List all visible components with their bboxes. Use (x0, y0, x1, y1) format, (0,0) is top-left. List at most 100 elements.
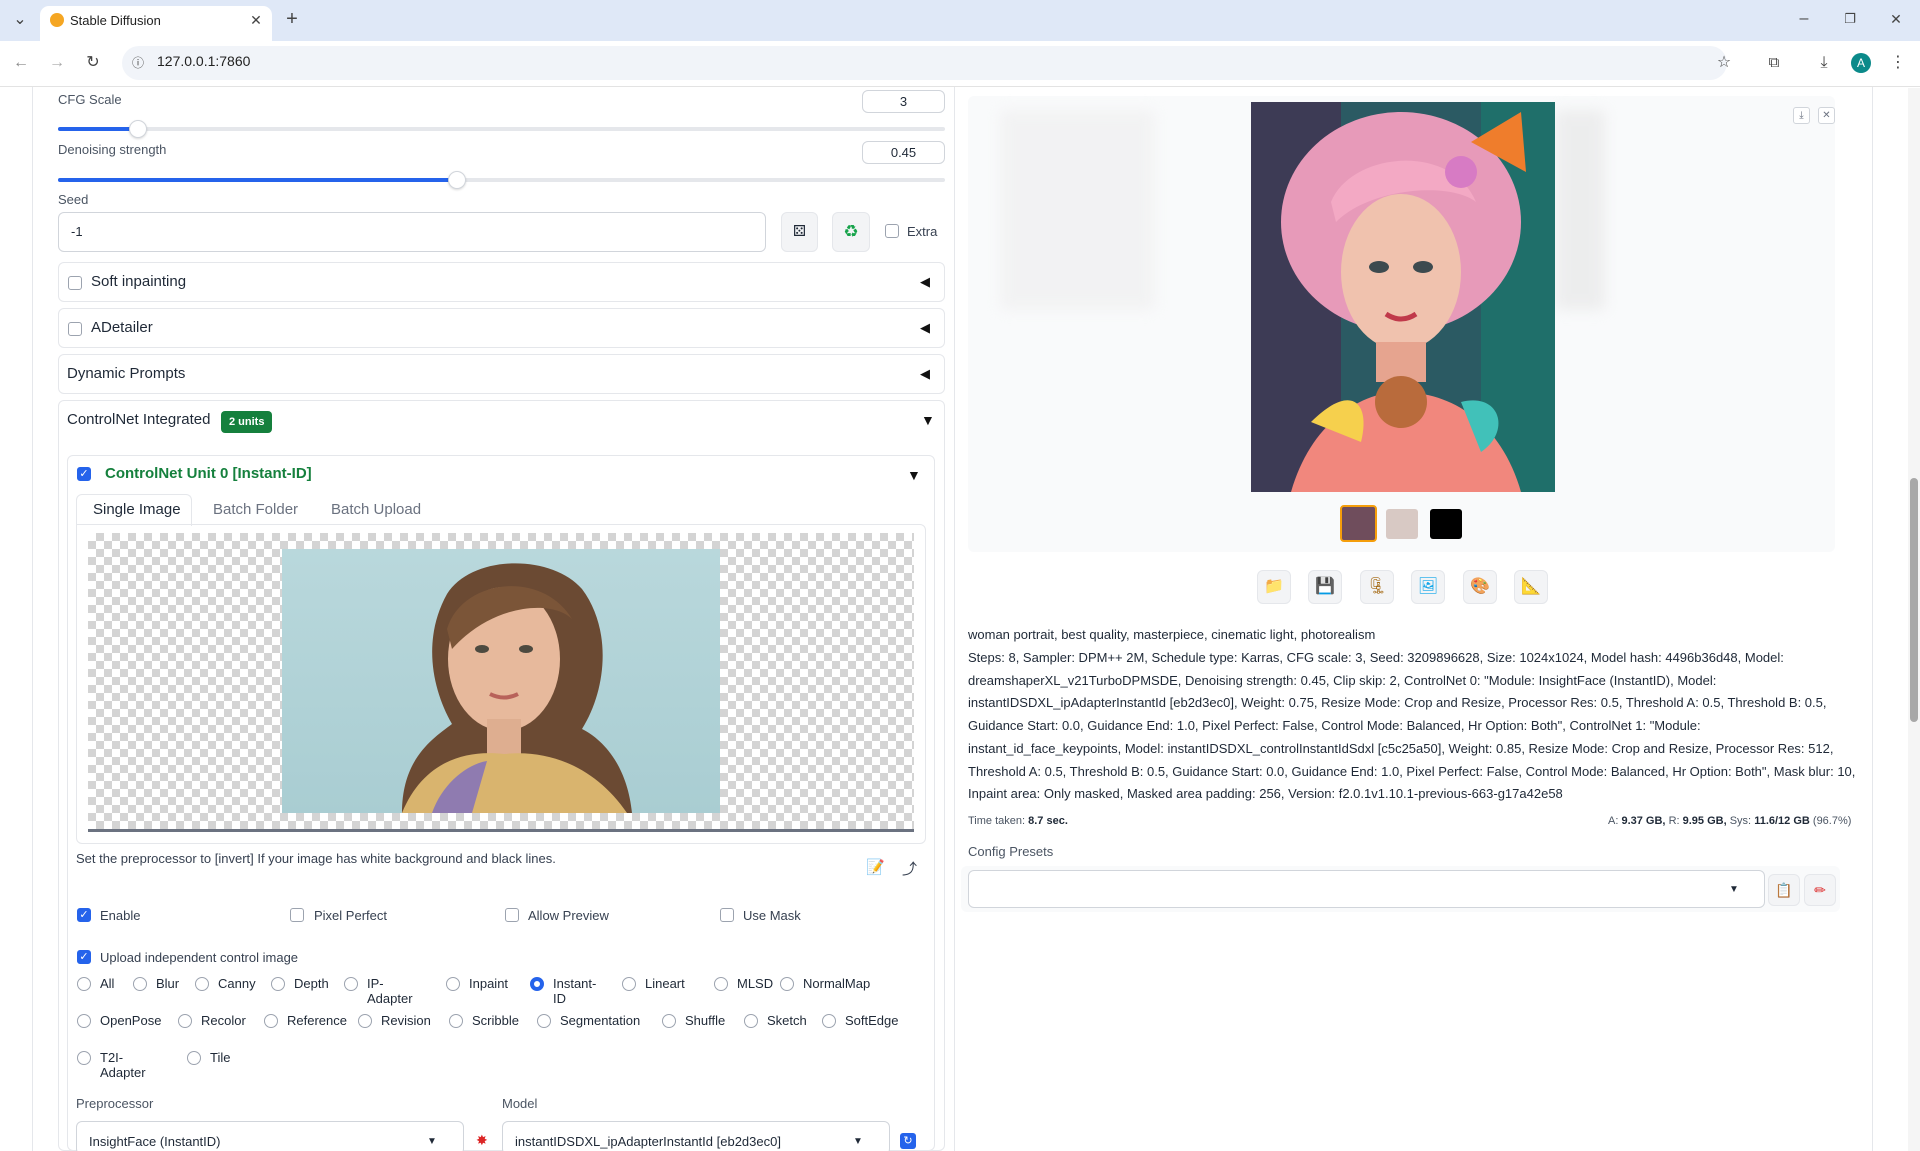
download-icon[interactable]: ⤓ (1814, 53, 1834, 73)
control-type-label[interactable]: OpenPose (100, 1013, 161, 1028)
download-image-icon[interactable]: ⤓ (1793, 107, 1810, 124)
run-preprocessor-burst-icon[interactable]: ✸ (476, 1132, 488, 1149)
control-type-label[interactable]: Revision (381, 1013, 431, 1028)
config-presets-dropdown[interactable] (968, 870, 1765, 908)
control-type-radio[interactable] (662, 1014, 676, 1028)
refresh-models-icon[interactable]: ↻ (900, 1133, 916, 1149)
unit0-enable-header-checkbox[interactable]: ✓ (77, 467, 91, 481)
collapse-triangle-icon[interactable]: ◀ (920, 366, 930, 382)
control-type-radio[interactable] (133, 977, 147, 991)
cfg-slider-track[interactable] (58, 127, 945, 131)
control-type-label[interactable]: Inpaint (469, 976, 508, 991)
control-type-radio[interactable] (446, 977, 460, 991)
adetailer-checkbox[interactable] (68, 322, 82, 336)
generated-image[interactable] (1251, 102, 1555, 492)
site-info-icon[interactable]: ⓘ (130, 53, 146, 73)
page-scrollbar-thumb[interactable] (1910, 478, 1918, 722)
control-type-radio[interactable] (264, 1014, 278, 1028)
tab-close-icon[interactable]: ✕ (247, 10, 265, 30)
control-type-radio[interactable] (537, 1014, 551, 1028)
control-type-label[interactable]: NormalMap (803, 976, 870, 991)
denoise-slider-thumb[interactable] (448, 171, 466, 189)
expand-triangle-icon[interactable]: ▼ (921, 412, 935, 428)
control-type-radio[interactable] (530, 977, 544, 991)
new-tab-icon[interactable]: + (282, 9, 302, 29)
control-type-radio[interactable] (77, 1014, 91, 1028)
reuse-seed-recycle-icon[interactable]: ♻ (832, 212, 870, 252)
control-type-radio[interactable] (358, 1014, 372, 1028)
control-type-label[interactable]: Segmentation (560, 1013, 640, 1028)
control-type-radio[interactable] (822, 1014, 836, 1028)
control-type-label[interactable]: MLSD (737, 976, 773, 991)
soft-inpainting-checkbox[interactable] (68, 276, 82, 290)
model-dropdown[interactable]: instantIDSDXL_ipAdapterInstantId [eb2d3e… (502, 1121, 890, 1151)
tab-search-icon[interactable]: ⌄ (8, 10, 32, 30)
control-type-label[interactable]: Shuffle (685, 1013, 725, 1028)
extensions-icon[interactable]: ⧉ (1764, 53, 1784, 73)
control-type-radio[interactable] (77, 1051, 91, 1065)
control-type-label[interactable]: Blur (156, 976, 179, 991)
send-to-img2img-icon[interactable]: 🖼 (1411, 570, 1445, 604)
tab-batch-folder[interactable]: Batch Folder (213, 501, 298, 518)
control-type-radio[interactable] (744, 1014, 758, 1028)
seed-input[interactable]: -1 (58, 212, 766, 252)
edit-pencil-icon[interactable]: ✏ (1804, 874, 1836, 906)
dropdown-arrow-icon[interactable]: ▼ (427, 1136, 437, 1147)
use-mask-checkbox[interactable] (720, 908, 734, 922)
control-type-radio[interactable] (187, 1051, 201, 1065)
dropdown-arrow-icon[interactable]: ▼ (853, 1136, 863, 1147)
upload-independent-checkbox[interactable]: ✓ (77, 950, 91, 964)
preprocessor-dropdown[interactable]: InsightFace (InstantID) (76, 1121, 464, 1151)
send-to-extras-icon[interactable]: 📐 (1514, 570, 1548, 604)
tab-single-image-label[interactable]: Single Image (93, 501, 181, 518)
send-dimensions-arrow-icon[interactable]: ⤴ (902, 858, 917, 879)
control-type-radio[interactable] (714, 977, 728, 991)
control-type-label[interactable]: Sketch (767, 1013, 807, 1028)
dropdown-arrow-icon[interactable]: ▼ (1729, 884, 1739, 895)
control-type-radio[interactable] (178, 1014, 192, 1028)
address-bar[interactable] (122, 46, 1727, 80)
bookmark-star-icon[interactable]: ☆ (1714, 53, 1734, 73)
control-type-label[interactable]: Lineart (645, 976, 685, 991)
back-icon[interactable]: ← (10, 53, 32, 73)
restore-icon[interactable]: ❐ (1840, 9, 1860, 29)
control-type-radio[interactable] (271, 977, 285, 991)
control-type-radio[interactable] (344, 977, 358, 991)
dynamic-prompts-accordion[interactable] (58, 354, 945, 394)
control-type-label[interactable]: All (100, 976, 114, 991)
expand-triangle-icon[interactable]: ▼ (907, 467, 921, 483)
open-new-canvas-icon[interactable]: 📝 (866, 858, 885, 876)
controlnet-label[interactable]: ControlNet Integrated (67, 411, 210, 428)
folder-icon[interactable]: 📁 (1257, 570, 1291, 604)
control-type-label[interactable]: Tile (210, 1050, 230, 1065)
minimize-icon[interactable]: – (1794, 9, 1814, 29)
tab-batch-upload[interactable]: Batch Upload (331, 501, 421, 518)
control-type-radio[interactable] (77, 977, 91, 991)
close-preview-icon[interactable]: ✕ (1818, 107, 1835, 124)
control-type-label[interactable]: SoftEdge (845, 1013, 899, 1028)
enable-checkbox[interactable]: ✓ (77, 908, 91, 922)
profile-avatar[interactable]: A (1851, 53, 1871, 73)
window-close-icon[interactable]: ✕ (1886, 9, 1906, 29)
url-text[interactable]: 127.0.0.1:7860 (157, 53, 250, 69)
browser-menu-icon[interactable]: ⋮ (1888, 53, 1908, 73)
control-type-radio[interactable] (195, 977, 209, 991)
collapse-triangle-icon[interactable]: ◀ (920, 274, 930, 290)
control-type-radio[interactable] (622, 977, 636, 991)
send-to-inpaint-icon[interactable]: 🎨 (1463, 570, 1497, 604)
zip-icon[interactable]: 🗜 (1360, 570, 1394, 604)
gallery-thumbnail[interactable] (1340, 505, 1377, 542)
control-type-label[interactable]: IP-Adapter (367, 976, 413, 1006)
random-seed-dice-icon[interactable]: ⚄ (781, 212, 818, 252)
control-type-label[interactable]: Reference (287, 1013, 347, 1028)
control-type-label[interactable]: Scribble (472, 1013, 519, 1028)
control-type-label[interactable]: Instant-ID (553, 976, 596, 1006)
reload-icon[interactable]: ↻ (82, 53, 104, 73)
control-type-label[interactable]: Recolor (201, 1013, 246, 1028)
denoise-value-input[interactable]: 0.45 (862, 141, 945, 164)
collapse-triangle-icon[interactable]: ◀ (920, 320, 930, 336)
adetailer-accordion[interactable] (58, 308, 945, 348)
pixel-perfect-checkbox[interactable] (290, 908, 304, 922)
control-type-radio[interactable] (780, 977, 794, 991)
soft-inpainting-accordion[interactable] (58, 262, 945, 302)
